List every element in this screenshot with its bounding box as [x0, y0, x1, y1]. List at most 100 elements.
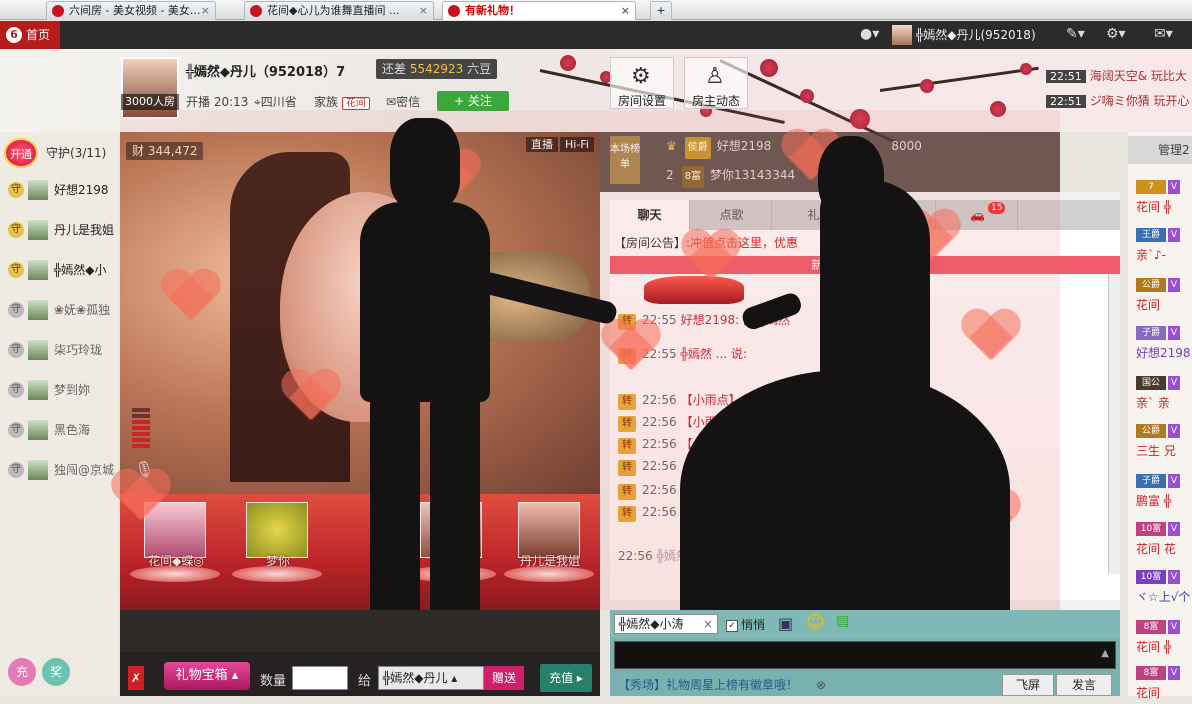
- emoji-icon[interactable]: ☺: [806, 612, 825, 633]
- expand-icon[interactable]: ▲: [1101, 648, 1109, 659]
- follow-button[interactable]: + 关注: [437, 91, 509, 111]
- recharge-button[interactable]: 充值 ▸: [540, 664, 592, 692]
- user-list-item[interactable]: 子爵 V 鹏富 ╬: [1136, 472, 1192, 512]
- ranking-label[interactable]: 本场榜单: [610, 136, 640, 184]
- blossom-decoration: [920, 79, 934, 93]
- chat-message: 转 22:56 【小雨点】: 送: [618, 434, 760, 454]
- chat-log[interactable]: 【房间公告】:冲值点击这里，优惠 新朋友...一个字哦！ 转 22:55 好想219…: [610, 230, 1120, 600]
- home-button[interactable]: 6 首页: [0, 21, 60, 49]
- tab-cars[interactable]: 🚗 15: [938, 200, 1018, 230]
- tab-song-request[interactable]: 点歌: [692, 200, 772, 230]
- announcement-link[interactable]: 冲值点击这里，优惠: [690, 236, 798, 250]
- ranking-row[interactable]: ♛ 侯爵 好想2198 8000: [666, 135, 922, 159]
- video-player[interactable]: 财 344,472 直播 Hi-Fi 🎙: [120, 132, 600, 494]
- blossom-decoration: [560, 55, 576, 71]
- guard-member[interactable]: 守 ╬嫣然◆小: [8, 258, 116, 282]
- notice-line[interactable]: 22:51 ジ嗨ミ你猜 玩开心: [1046, 91, 1190, 111]
- status-dot-icon[interactable]: ●▾: [860, 26, 879, 42]
- gift-stage: 花间◆蝶◎ 梦你 迟~ 丹儿是我姐: [120, 494, 600, 609]
- close-tab-icon[interactable]: ×: [621, 2, 630, 20]
- site-icon: [448, 5, 460, 17]
- prize-button[interactable]: 奖: [42, 658, 70, 686]
- tab-gifts[interactable]: 礼: [774, 200, 854, 230]
- gear-icon[interactable]: ⚙▾: [1106, 26, 1126, 42]
- user-list-item[interactable]: 10富 V ヾ☆上√个: [1136, 568, 1192, 608]
- avatar: [28, 260, 48, 280]
- tip-line: 【秀场】礼物周星上榜有徽章哦！ ⊗: [618, 678, 826, 692]
- wealth-counter: 财 344,472: [126, 142, 204, 160]
- family[interactable]: 家族 花间: [314, 93, 370, 110]
- user-list-item[interactable]: 王爵 V 亲`♪-: [1136, 226, 1192, 266]
- gift-card[interactable]: 丹儿是我姐: [500, 502, 594, 592]
- user-list-item[interactable]: 公爵 V 三生 兄: [1136, 422, 1192, 462]
- sticker-icon[interactable]: ▤: [836, 613, 849, 629]
- ranking-row[interactable]: 2 8富 梦你13143344: [666, 164, 795, 188]
- close-tab-icon[interactable]: ×: [201, 2, 210, 20]
- tab-chat[interactable]: 聊天: [610, 200, 690, 230]
- room-header: 3000人房 ╬嫣然◆丹儿（952018）7 还差 5542923 六豆 开播 …: [0, 49, 1192, 147]
- guard-member[interactable]: 守黑色海: [8, 418, 116, 442]
- close-icon[interactable]: ⊗: [816, 678, 826, 692]
- avatar: [28, 220, 48, 240]
- quantity-input[interactable]: [292, 666, 348, 690]
- private-message-button[interactable]: ✉密信: [386, 93, 420, 110]
- user-list-item[interactable]: 7 V 花间 ╬: [1136, 178, 1192, 218]
- guard-member[interactable]: 守好想2198: [8, 178, 116, 202]
- chat-text-input[interactable]: ▲: [614, 641, 1116, 669]
- guard-member[interactable]: 守丹儿是我姐: [8, 218, 116, 242]
- image-icon[interactable]: ▣: [778, 614, 793, 633]
- user-list-item[interactable]: 子爵 V 好想2198: [1136, 324, 1192, 364]
- user-menu[interactable]: ╬嫣然◆丹儿(952018): [892, 25, 1036, 45]
- guard-member[interactable]: 守梦到妳: [8, 378, 116, 402]
- guard-member[interactable]: 守独闯@京城: [8, 458, 116, 482]
- user-list-item[interactable]: 公爵 V 花间: [1136, 276, 1192, 316]
- car-icon: 🚗: [970, 208, 985, 222]
- host-name: ╬嫣然◆丹儿（952018）7: [186, 65, 346, 80]
- open-guard-button[interactable]: 开通: [4, 138, 38, 168]
- chat-message: 22:56 ╬嫣然: [618, 549, 688, 563]
- microphone-icon[interactable]: 🎙: [134, 460, 154, 479]
- send-gift-button[interactable]: 赠送: [484, 666, 524, 690]
- guard-badge-icon: 守: [8, 182, 24, 198]
- private-toggle[interactable]: ✓ 悄悄: [726, 616, 765, 633]
- checkbox-icon[interactable]: ✓: [726, 619, 738, 632]
- chat-message: 转 22:55 好想2198: 向 ╬嫣然: [618, 310, 790, 330]
- user-list-item[interactable]: 8富 V 花间 ╬: [1136, 618, 1192, 658]
- close-tab-icon[interactable]: ×: [419, 2, 428, 20]
- browser-tab-1[interactable]: 六间房 - 美女视频 - 美女... ×: [46, 1, 216, 20]
- browser-tab-2[interactable]: 花间◆心儿为谁舞直播间 ... ×: [244, 1, 434, 20]
- mail-icon[interactable]: ✉▾: [1154, 26, 1173, 42]
- gift-card[interactable]: 迟~: [402, 502, 496, 592]
- chat-panel: 聊天 点歌 礼 🚗 15 【房间公告】:冲值点击这里，优惠 新朋友...一个字哦！…: [600, 192, 1120, 610]
- room-announcement: 【房间公告】:冲值点击这里，优惠: [614, 236, 799, 250]
- user-list-item[interactable]: 10富 V 花间 花: [1136, 520, 1192, 560]
- user-list-item[interactable]: 8富 V 花间: [1136, 664, 1192, 704]
- notice-line[interactable]: 22:51 海阔天空& 玩比大: [1046, 66, 1187, 86]
- gift-box-button[interactable]: 礼物宝箱 ▴: [164, 662, 250, 690]
- gift-toggle-icon[interactable]: ✗: [128, 666, 144, 690]
- tab-4[interactable]: [856, 200, 936, 230]
- guard-member[interactable]: 守 ❀妩❀孤独: [8, 298, 116, 322]
- gift-card[interactable]: 梦你: [228, 502, 322, 592]
- room-settings-button[interactable]: ⚙ 房间设置: [610, 57, 674, 109]
- user-list-item[interactable]: 国公 V 亲` 亲: [1136, 374, 1192, 414]
- browser-tab-3[interactable]: 有新礼物！ ×: [442, 1, 636, 20]
- guard-member[interactable]: 守柒巧玲珑: [8, 338, 116, 362]
- trophy-icon: ♛: [666, 139, 677, 153]
- manager-tab[interactable]: 管理2: [1128, 136, 1192, 164]
- chat-scrollbar[interactable]: [1108, 274, 1120, 574]
- charge-button[interactable]: 充: [8, 658, 36, 686]
- close-icon[interactable]: ×: [703, 615, 713, 633]
- fly-screen-button[interactable]: 飞屏: [1002, 674, 1054, 696]
- avatar: [144, 502, 206, 558]
- send-message-button[interactable]: 发言: [1056, 674, 1112, 696]
- gift-bar: ✗ 礼物宝箱 ▴ 数量 给 ╬嫣然◆丹儿 ▴ 赠送 充值 ▸: [120, 652, 600, 696]
- blossom-decoration: [850, 109, 870, 129]
- gift-target-select[interactable]: ╬嫣然◆丹儿 ▴: [378, 666, 484, 690]
- new-tab-button[interactable]: +: [650, 1, 672, 20]
- host-news-button[interactable]: ♙ 房主动态: [684, 57, 748, 109]
- chat-message: 转 22:55 ╬嫣然 ... 说:: [618, 344, 747, 364]
- chat-recipient[interactable]: ╬嫣然◆小涛 ×: [614, 614, 718, 634]
- gift-card[interactable]: 花间◆蝶◎: [126, 502, 220, 592]
- edit-icon[interactable]: ✎▾: [1066, 26, 1085, 42]
